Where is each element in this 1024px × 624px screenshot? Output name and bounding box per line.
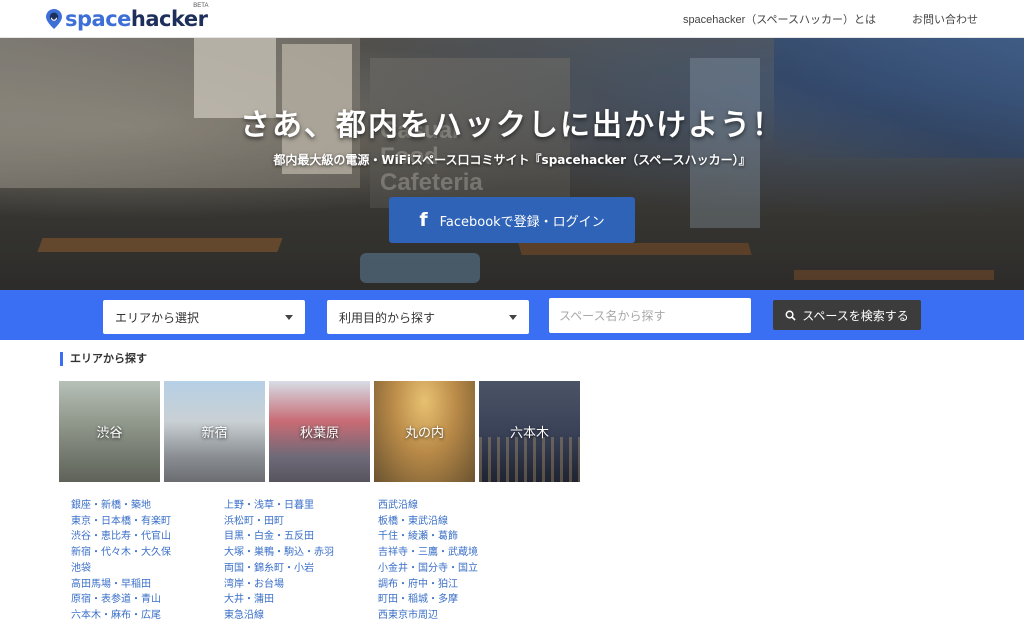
area-link[interactable]: 東急沿線 <box>224 608 334 624</box>
area-tile-akihabara[interactable]: 秋葉原 <box>269 381 370 482</box>
area-link[interactable]: 渋谷・恵比寿・代官山 <box>71 529 171 545</box>
area-tile-marunouchi[interactable]: 丸の内 <box>374 381 475 482</box>
hero-subtitle: 都内最大級の電源・WiFiスペース口コミサイト『spacehacker（スペース… <box>273 153 751 167</box>
area-link[interactable]: 西武沿線 <box>378 498 478 514</box>
area-link[interactable]: 目黒・白金・五反田 <box>224 529 334 545</box>
area-links-column-2: 上野・浅草・日暮里 浜松町・田町 目黒・白金・五反田 大塚・巣鴨・駒込・赤羽 両… <box>224 498 334 624</box>
nav-contact-link[interactable]: お問い合わせ <box>912 11 978 27</box>
search-button-label: スペースを検索する <box>802 308 909 323</box>
caret-down-icon <box>509 314 517 320</box>
hero-title: さあ、都内をハックしに出かけよう！ <box>240 108 784 143</box>
area-link[interactable]: 東京・日本橋・有楽町 <box>71 514 171 530</box>
area-link[interactable]: 千住・綾瀬・葛飾 <box>378 529 478 545</box>
nav-about-link[interactable]: spacehacker（スペースハッカー）とは <box>683 11 876 27</box>
area-link[interactable]: 大井・蒲田 <box>224 592 334 608</box>
area-link[interactable]: 浜松町・田町 <box>224 514 334 530</box>
area-tiles: 渋谷 新宿 秋葉原 丸の内 六本木 <box>59 381 580 482</box>
area-tile-shibuya[interactable]: 渋谷 <box>59 381 160 482</box>
area-link[interactable]: 板橋・東武沿線 <box>378 514 478 530</box>
area-link[interactable]: 吉祥寺・三鷹・武蔵境 <box>378 545 478 561</box>
area-link[interactable]: 両国・錦糸町・小岩 <box>224 561 334 577</box>
area-tile-label: 秋葉原 <box>299 426 339 441</box>
area-section-title: エリアから探す <box>60 352 147 366</box>
logo-wordmark: spacehacker <box>65 6 208 31</box>
area-tile-label: 新宿 <box>201 426 228 441</box>
purpose-select-value: 利用目的から探す <box>339 310 436 325</box>
site-logo[interactable]: spacehacker BETA <box>46 3 208 31</box>
facebook-login-button[interactable]: f Facebookで登録・ログイン <box>389 197 635 243</box>
facebook-login-label: Facebookで登録・ログイン <box>439 214 605 230</box>
area-link[interactable]: 上野・浅草・日暮里 <box>224 498 334 514</box>
site-header: spacehacker BETA spacehacker（スペースハッカー）とは… <box>0 0 1024 38</box>
area-link[interactable]: 西東京市周辺 <box>378 608 478 624</box>
area-link[interactable]: 調布・府中・狛江 <box>378 577 478 593</box>
area-tile-label: 渋谷 <box>96 426 123 441</box>
area-tile-roppongi[interactable]: 六本木 <box>479 381 580 482</box>
facebook-icon: f <box>419 209 428 231</box>
area-links-column-3: 西武沿線 板橋・東武沿線 千住・綾瀬・葛飾 吉祥寺・三鷹・武蔵境 小金井・国分寺… <box>378 498 478 624</box>
caret-down-icon <box>285 314 293 320</box>
area-link[interactable]: 大塚・巣鴨・駒込・赤羽 <box>224 545 334 561</box>
area-tile-shinjuku[interactable]: 新宿 <box>164 381 265 482</box>
area-link[interactable]: 小金井・国分寺・国立 <box>378 561 478 577</box>
area-select[interactable]: エリアから選択 <box>103 300 305 334</box>
beta-badge: BETA <box>193 2 209 9</box>
area-link[interactable]: 町田・稲城・多摩 <box>378 592 478 608</box>
header-nav: spacehacker（スペースハッカー）とは お問い合わせ <box>683 11 978 27</box>
area-link[interactable]: 湾岸・お台場 <box>224 577 334 593</box>
search-spaces-button[interactable]: スペースを検索する <box>773 300 921 330</box>
area-tile-label: 六本木 <box>509 426 549 441</box>
hero-banner: Casual Food Cafeteria さあ、都内をハックしに出かけよう！ … <box>0 38 1024 290</box>
search-icon <box>785 310 796 321</box>
purpose-select[interactable]: 利用目的から探す <box>327 300 529 334</box>
area-link[interactable]: 六本木・麻布・広尾 <box>71 608 171 624</box>
map-pin-icon <box>46 8 62 29</box>
area-select-value: エリアから選択 <box>115 310 200 325</box>
search-bar: エリアから選択 利用目的から探す スペースを検索する <box>0 290 1024 340</box>
area-link[interactable]: 原宿・表参道・青山 <box>71 592 171 608</box>
area-links-column-1: 銀座・新橋・築地 東京・日本橋・有楽町 渋谷・恵比寿・代官山 新宿・代々木・大久… <box>71 498 171 624</box>
area-link[interactable]: 新宿・代々木・大久保 <box>71 545 171 561</box>
area-link[interactable]: 高田馬場・早稲田 <box>71 577 171 593</box>
area-link[interactable]: 池袋 <box>71 561 171 577</box>
space-name-search-input[interactable] <box>549 298 751 333</box>
area-tile-label: 丸の内 <box>404 426 444 441</box>
area-link[interactable]: 銀座・新橋・築地 <box>71 498 171 514</box>
